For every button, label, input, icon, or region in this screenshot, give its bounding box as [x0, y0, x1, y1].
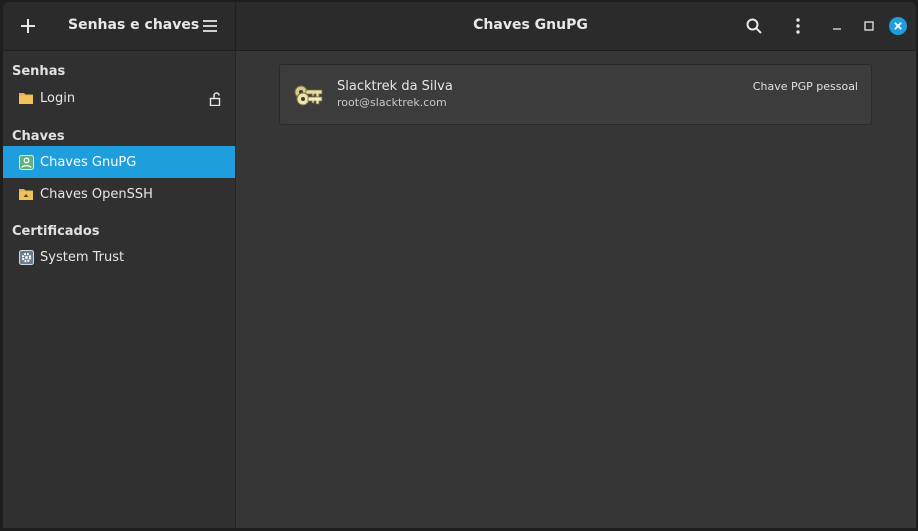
minimize-button[interactable]	[827, 11, 847, 41]
search-button[interactable]	[739, 11, 769, 41]
gnupg-keyring-icon	[18, 154, 34, 170]
section-label-senhas: Senhas	[12, 64, 66, 79]
sidebar-item-login[interactable]: Login	[3, 82, 235, 114]
search-icon	[746, 18, 762, 34]
key-pair-icon	[293, 80, 325, 112]
hamburger-menu-icon	[203, 20, 217, 32]
view-title: Chaves GnuPG	[473, 17, 588, 33]
sidebar-item-system-trust[interactable]: System Trust	[3, 241, 235, 273]
maximize-button[interactable]	[859, 11, 879, 41]
kebab-menu-icon	[796, 18, 800, 34]
maximize-icon	[864, 21, 874, 31]
close-button[interactable]	[887, 11, 909, 41]
main-menu-button[interactable]	[195, 11, 225, 41]
folder-icon	[18, 90, 34, 106]
sidebar-item-label: System Trust	[40, 249, 125, 265]
sidebar-item-label: Chaves OpenSSH	[40, 186, 153, 202]
key-type-label: Chave PGP pessoal	[752, 80, 858, 93]
certificate-gear-icon	[18, 249, 34, 265]
main-content: Slacktrek da Silva root@slacktrek.com Ch…	[236, 51, 916, 528]
sidebar-item-gnupg[interactable]: Chaves GnuPG	[3, 146, 235, 178]
key-owner-name: Slacktrek da Silva	[337, 79, 453, 94]
unlocked-padlock-icon[interactable]	[209, 91, 223, 107]
app-window: Senhas e chaves Chaves GnuPG Senhas Logi…	[3, 2, 916, 528]
sidebar-item-label: Login	[40, 90, 76, 106]
plus-icon	[21, 19, 35, 33]
sidebar-item-openssh[interactable]: Chaves OpenSSH	[3, 178, 235, 210]
more-options-button[interactable]	[783, 11, 813, 41]
sidebar-item-label: Chaves GnuPG	[40, 154, 137, 170]
header-left-pane: Senhas e chaves	[3, 2, 236, 50]
app-title: Senhas e chaves	[68, 17, 200, 33]
section-label-chaves: Chaves	[12, 129, 65, 144]
section-label-certificados: Certificados	[12, 224, 100, 239]
key-owner-email: root@slacktrek.com	[337, 96, 447, 109]
header-bar: Senhas e chaves Chaves GnuPG	[3, 2, 916, 51]
close-icon	[889, 17, 907, 35]
minimize-icon	[833, 28, 841, 30]
sidebar: Senhas Login Chaves Chaves GnuPG Chaves …	[3, 51, 236, 528]
key-row[interactable]: Slacktrek da Silva root@slacktrek.com Ch…	[279, 64, 872, 125]
ssh-folder-icon	[18, 186, 34, 202]
add-button[interactable]	[13, 11, 43, 41]
